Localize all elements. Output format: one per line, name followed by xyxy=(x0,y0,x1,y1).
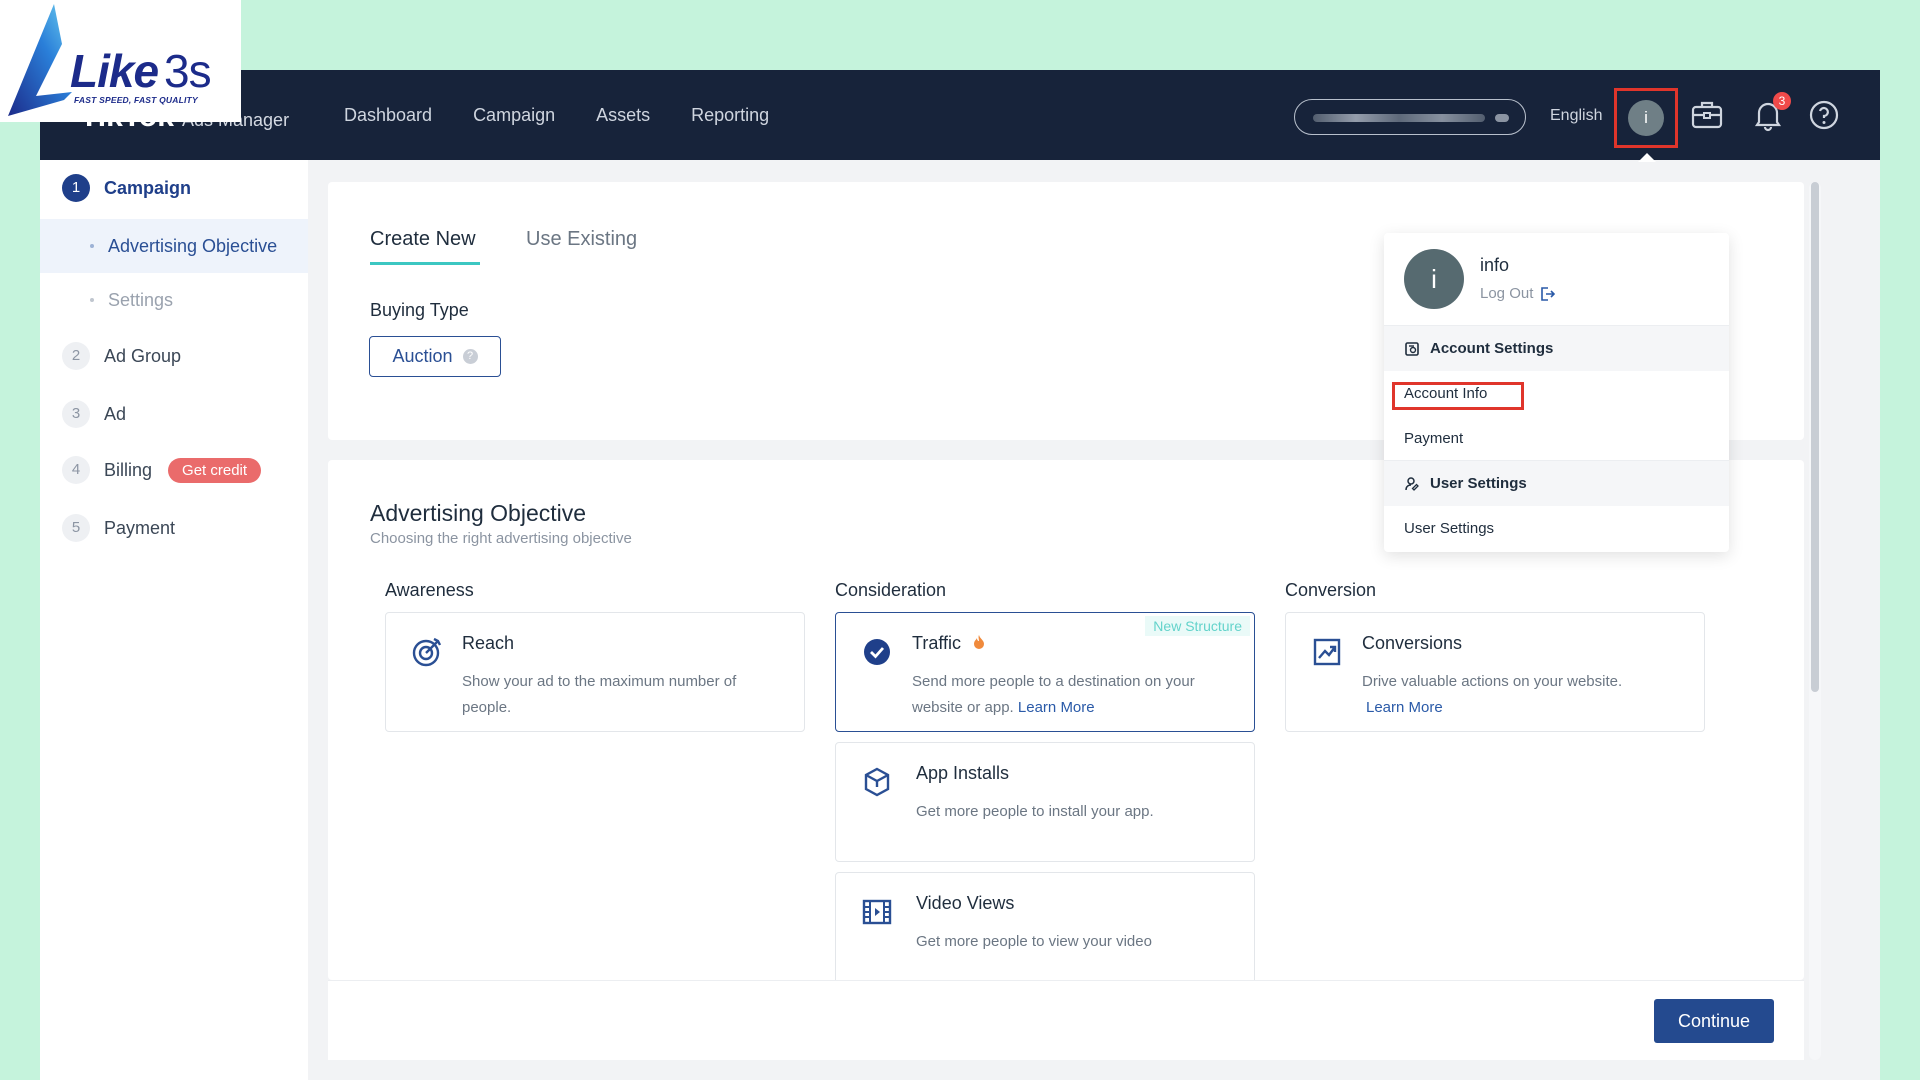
step-number: 5 xyxy=(62,514,90,542)
account-info-highlight-box xyxy=(1392,382,1524,410)
objective-video-views[interactable]: Video Views Get more people to view your… xyxy=(835,872,1255,980)
objective-title: Advertising Objective xyxy=(370,500,587,526)
substep-dot xyxy=(90,244,94,248)
objective-desc-app-installs: Get more people to install your app. xyxy=(916,803,1154,820)
step-label: Billing xyxy=(104,459,153,480)
objective-reach[interactable]: Reach Show your ad to the maximum number… xyxy=(385,612,805,732)
substep-advertising-objective[interactable]: Advertising Objective xyxy=(40,219,308,273)
step-ad-group[interactable]: 2 Ad Group xyxy=(62,342,181,370)
objective-desc-conversions: Drive valuable actions on your website. xyxy=(1362,673,1623,690)
objective-title-conversions: Conversions xyxy=(1362,633,1463,653)
fire-icon xyxy=(974,635,985,649)
ads-manager-app: TikTok Ads Manager Dashboard Campaign As… xyxy=(40,70,1880,1080)
watermark-tagline: FAST SPEED, FAST QUALITY xyxy=(74,95,198,105)
auction-option[interactable]: Auction ? xyxy=(369,336,501,377)
main-nav: Dashboard Campaign Assets Reporting xyxy=(344,70,769,160)
objective-desc-traffic-wrap: Send more people to a destination on you… xyxy=(912,669,1232,721)
vertical-scrollbar[interactable] xyxy=(1811,182,1819,692)
logout-icon xyxy=(1541,286,1556,301)
logout-label: Log Out xyxy=(1480,285,1534,302)
chart-up-icon xyxy=(1313,638,1341,666)
step-label: Ad Group xyxy=(104,345,182,366)
substep-settings[interactable]: Settings xyxy=(40,273,308,327)
tab-use-existing[interactable]: Use Existing xyxy=(526,228,637,251)
cube-icon xyxy=(864,767,890,797)
step-number: 1 xyxy=(62,174,90,202)
menu-payment[interactable]: Payment xyxy=(1404,430,1463,447)
language-switcher[interactable]: English xyxy=(1550,107,1602,125)
continue-button[interactable]: Continue xyxy=(1654,999,1774,1043)
objective-traffic[interactable]: New Structure Traffic Send more people t… xyxy=(835,612,1255,732)
step-number: 4 xyxy=(62,456,90,484)
account-selector[interactable] xyxy=(1294,99,1526,135)
objective-conversions[interactable]: Conversions Drive valuable actions on yo… xyxy=(1285,612,1705,732)
watermark-brand-number: 3s xyxy=(164,45,212,97)
account-selector-chevron-icon xyxy=(1495,114,1509,122)
objective-subtitle: Choosing the right advertising objective xyxy=(370,530,632,547)
objective-desc-conversions-wrap: Drive valuable actions on your website. … xyxy=(1362,669,1682,721)
column-consideration: Consideration xyxy=(835,580,947,600)
step-payment[interactable]: 5 Payment xyxy=(62,514,175,542)
top-navigation-bar: TikTok Ads Manager Dashboard Campaign As… xyxy=(40,70,1880,160)
tab-create-new[interactable]: Create New xyxy=(370,228,480,265)
user-settings-header: User Settings xyxy=(1384,460,1729,506)
get-credit-badge[interactable]: Get credit xyxy=(168,457,262,483)
account-name-redacted xyxy=(1313,114,1485,122)
step-sidebar: 1 Campaign Advertising Objective Setting… xyxy=(40,160,308,1080)
help-icon[interactable] xyxy=(1807,98,1841,132)
dropdown-user-name: info xyxy=(1480,255,1510,275)
user-settings-label: User Settings xyxy=(1430,475,1527,492)
objective-title-video-views: Video Views xyxy=(916,893,1015,913)
objective-title-reach: Reach xyxy=(462,633,515,653)
nav-reporting[interactable]: Reporting xyxy=(691,105,769,126)
objective-desc-reach: Show your ad to the maximum number of pe… xyxy=(462,673,737,716)
menu-user-settings[interactable]: User Settings xyxy=(1404,520,1494,537)
notification-badge: 3 xyxy=(1773,92,1791,110)
nav-campaign[interactable]: Campaign xyxy=(473,105,555,126)
objective-desc-video-views: Get more people to view your video xyxy=(916,933,1152,950)
account-settings-header: Account Settings xyxy=(1384,325,1729,371)
learn-more-link[interactable]: Learn More xyxy=(1366,699,1443,716)
new-structure-tag: New Structure xyxy=(1145,616,1250,636)
column-awareness: Awareness xyxy=(385,580,474,600)
step-number: 2 xyxy=(62,342,90,370)
watermark-brand-text: Like xyxy=(70,45,159,97)
step-billing[interactable]: 4 Billing Get credit xyxy=(62,456,262,484)
account-settings-icon xyxy=(1405,341,1419,356)
question-icon[interactable]: ? xyxy=(462,349,478,364)
user-avatar-button[interactable]: i xyxy=(1628,100,1664,136)
briefcase-icon[interactable] xyxy=(1690,98,1724,132)
check-circle-icon xyxy=(864,639,890,665)
dropdown-avatar: i xyxy=(1404,249,1464,309)
substep-dot xyxy=(90,298,94,302)
objective-title-traffic: Traffic xyxy=(912,633,962,653)
user-settings-icon xyxy=(1405,476,1419,491)
wing-logo-icon xyxy=(8,4,72,116)
objective-title-traffic-wrap: Traffic xyxy=(912,633,986,654)
buying-type-label: Buying Type xyxy=(370,300,469,320)
column-conversion: Conversion xyxy=(1285,580,1377,600)
film-icon xyxy=(862,899,892,925)
objective-title-app-installs: App Installs xyxy=(916,763,1010,783)
objective-app-installs[interactable]: App Installs Get more people to install … xyxy=(835,742,1255,862)
substep-label: Advertising Objective xyxy=(108,235,278,256)
watermark-logo: Like 3s FAST SPEED, FAST QUALITY xyxy=(0,0,241,122)
watermark-brand: Like 3s xyxy=(70,45,212,97)
step-label: Campaign xyxy=(104,177,192,198)
nav-assets[interactable]: Assets xyxy=(596,105,650,126)
step-number: 3 xyxy=(62,400,90,428)
dropdown-caret xyxy=(1638,153,1656,162)
learn-more-link[interactable]: Learn More xyxy=(1018,699,1095,716)
step-label: Payment xyxy=(104,517,176,538)
step-label: Ad xyxy=(104,403,127,424)
account-settings-label: Account Settings xyxy=(1430,340,1554,357)
substep-label: Settings xyxy=(108,289,174,310)
target-icon xyxy=(412,637,442,667)
logout-link[interactable]: Log Out xyxy=(1480,285,1556,302)
step-campaign[interactable]: 1 Campaign xyxy=(62,174,191,202)
nav-dashboard[interactable]: Dashboard xyxy=(344,105,432,126)
auction-label: Auction xyxy=(392,346,453,366)
footer-bar: Continue xyxy=(328,980,1804,1060)
step-ad[interactable]: 3 Ad xyxy=(62,400,126,428)
